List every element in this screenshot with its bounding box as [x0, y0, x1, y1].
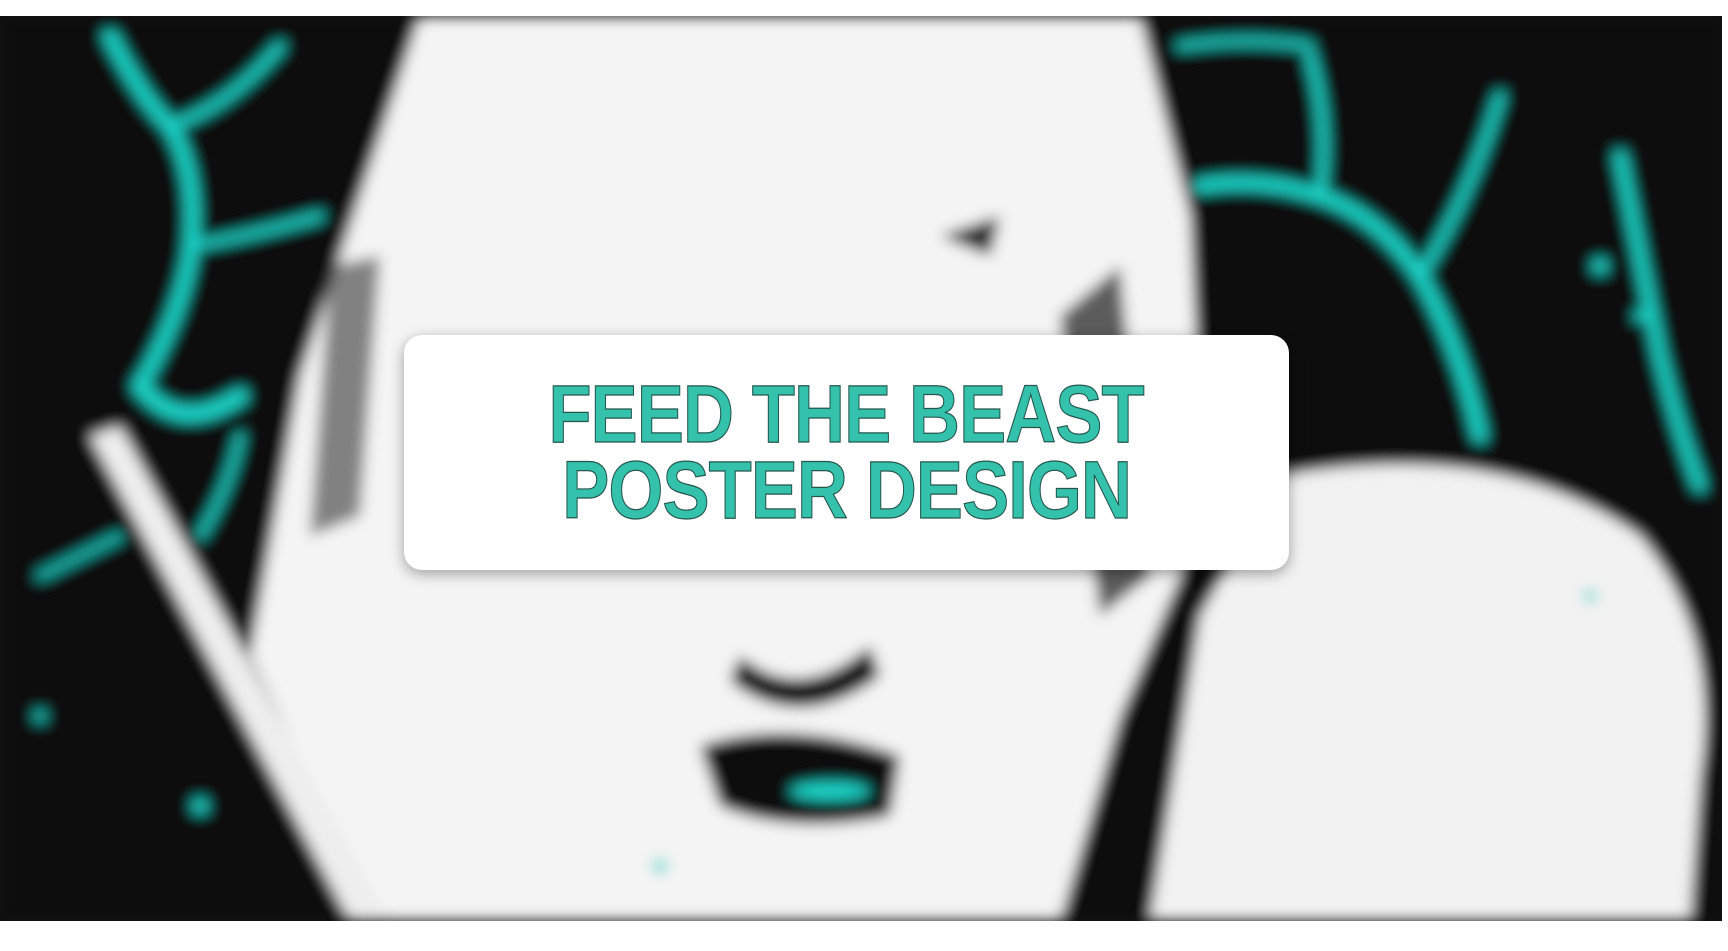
title-line-2: POSTER DESIGN — [562, 444, 1133, 536]
title-card: FEED THE BEAST POSTER DESIGN — [404, 335, 1289, 570]
title-line-1: FEED THE BEAST — [548, 368, 1145, 460]
